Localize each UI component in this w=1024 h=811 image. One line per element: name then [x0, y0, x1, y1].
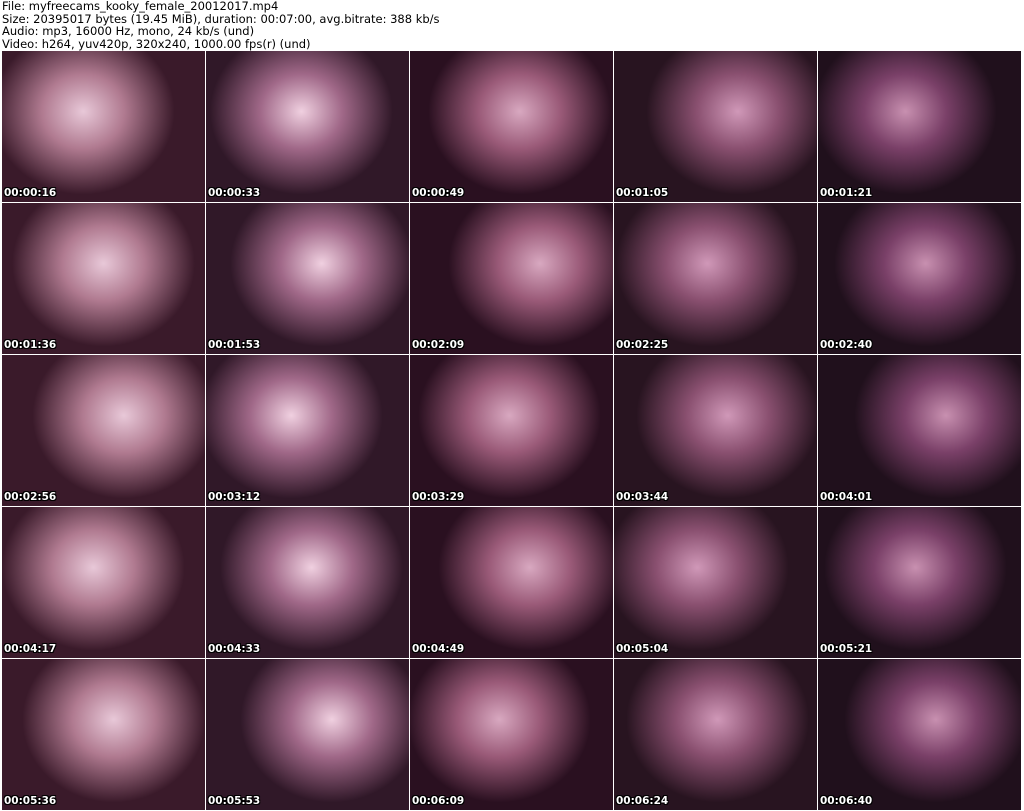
thumbnail-timestamp: 00:00:49 [412, 187, 465, 199]
video-thumbnail: 00:05:36 [2, 659, 205, 810]
video-thumbnail: 00:06:24 [614, 659, 817, 810]
video-thumbnail: 00:03:29 [410, 355, 613, 506]
video-thumbnail: 00:01:05 [614, 51, 817, 202]
video-thumbnail: 00:04:01 [818, 355, 1021, 506]
thumbnail-timestamp: 00:00:33 [208, 187, 261, 199]
thumbnail-timestamp: 00:03:12 [208, 491, 261, 503]
video-thumbnail: 00:04:49 [410, 507, 613, 658]
audio-info: Audio: mp3, 16000 Hz, mono, 24 kb/s (und… [2, 24, 255, 38]
video-thumbnail: 00:00:16 [2, 51, 205, 202]
video-thumbnail: 00:02:09 [410, 203, 613, 354]
thumbnail-timestamp: 00:05:21 [820, 643, 873, 655]
video-thumbnail: 00:00:49 [410, 51, 613, 202]
thumbnail-timestamp: 00:04:01 [820, 491, 873, 503]
video-thumbnail: 00:01:53 [206, 203, 409, 354]
thumbnail-timestamp: 00:05:04 [616, 643, 669, 655]
thumbnail-timestamp: 00:01:53 [208, 339, 261, 351]
thumbnail-timestamp: 00:01:21 [820, 187, 873, 199]
video-thumbnail: 00:04:33 [206, 507, 409, 658]
video-thumbnail: 00:02:40 [818, 203, 1021, 354]
thumbnail-timestamp: 00:02:09 [412, 339, 465, 351]
thumbnail-timestamp: 00:02:40 [820, 339, 873, 351]
video-thumbnail: 00:02:56 [2, 355, 205, 506]
thumbnail-timestamp: 00:06:09 [412, 795, 465, 807]
thumbnail-timestamp: 00:03:44 [616, 491, 669, 503]
video-thumbnail: 00:06:40 [818, 659, 1021, 810]
thumbnail-timestamp: 00:06:24 [616, 795, 669, 807]
thumbnail-timestamp: 00:06:40 [820, 795, 873, 807]
video-thumbnail: 00:03:44 [614, 355, 817, 506]
video-thumbnail: 00:03:12 [206, 355, 409, 506]
video-thumbnail: 00:01:36 [2, 203, 205, 354]
thumbnail-timestamp: 00:04:49 [412, 643, 465, 655]
video-thumbnail: 00:05:53 [206, 659, 409, 810]
video-thumbnail: 00:02:25 [614, 203, 817, 354]
thumbnail-grid: 00:00:16 00:00:33 00:00:49 00:01:05 00:01:21… [2, 51, 1021, 810]
thumbnail-timestamp: 00:04:17 [4, 643, 57, 655]
thumbnail-timestamp: 00:05:36 [4, 795, 57, 807]
thumbnail-timestamp: 00:02:56 [4, 491, 57, 503]
thumbnail-timestamp: 00:03:29 [412, 491, 465, 503]
video-info: Video: h264, yuv420p, 320x240, 1000.00 f… [2, 36, 311, 51]
video-thumbnail: 00:04:17 [2, 507, 205, 658]
file-name: File: myfreecams_kooky_female_20012017.m… [2, 0, 279, 13]
thumbnail-timestamp: 00:01:36 [4, 339, 57, 351]
file-info-header: File: myfreecams_kooky_female_20012017.m… [2, 0, 440, 50]
video-thumbnail: 00:00:33 [206, 51, 409, 202]
video-thumbnail: 00:05:21 [818, 507, 1021, 658]
thumbnail-timestamp: 00:04:33 [208, 643, 261, 655]
video-thumbnail: 00:06:09 [410, 659, 613, 810]
thumbnail-timestamp: 00:05:53 [208, 795, 261, 807]
thumbnail-timestamp: 00:01:05 [616, 187, 669, 199]
video-thumbnail: 00:01:21 [818, 51, 1021, 202]
thumbnail-timestamp: 00:00:16 [4, 187, 57, 199]
thumbnail-timestamp: 00:02:25 [616, 339, 669, 351]
video-thumbnail: 00:05:04 [614, 507, 817, 658]
